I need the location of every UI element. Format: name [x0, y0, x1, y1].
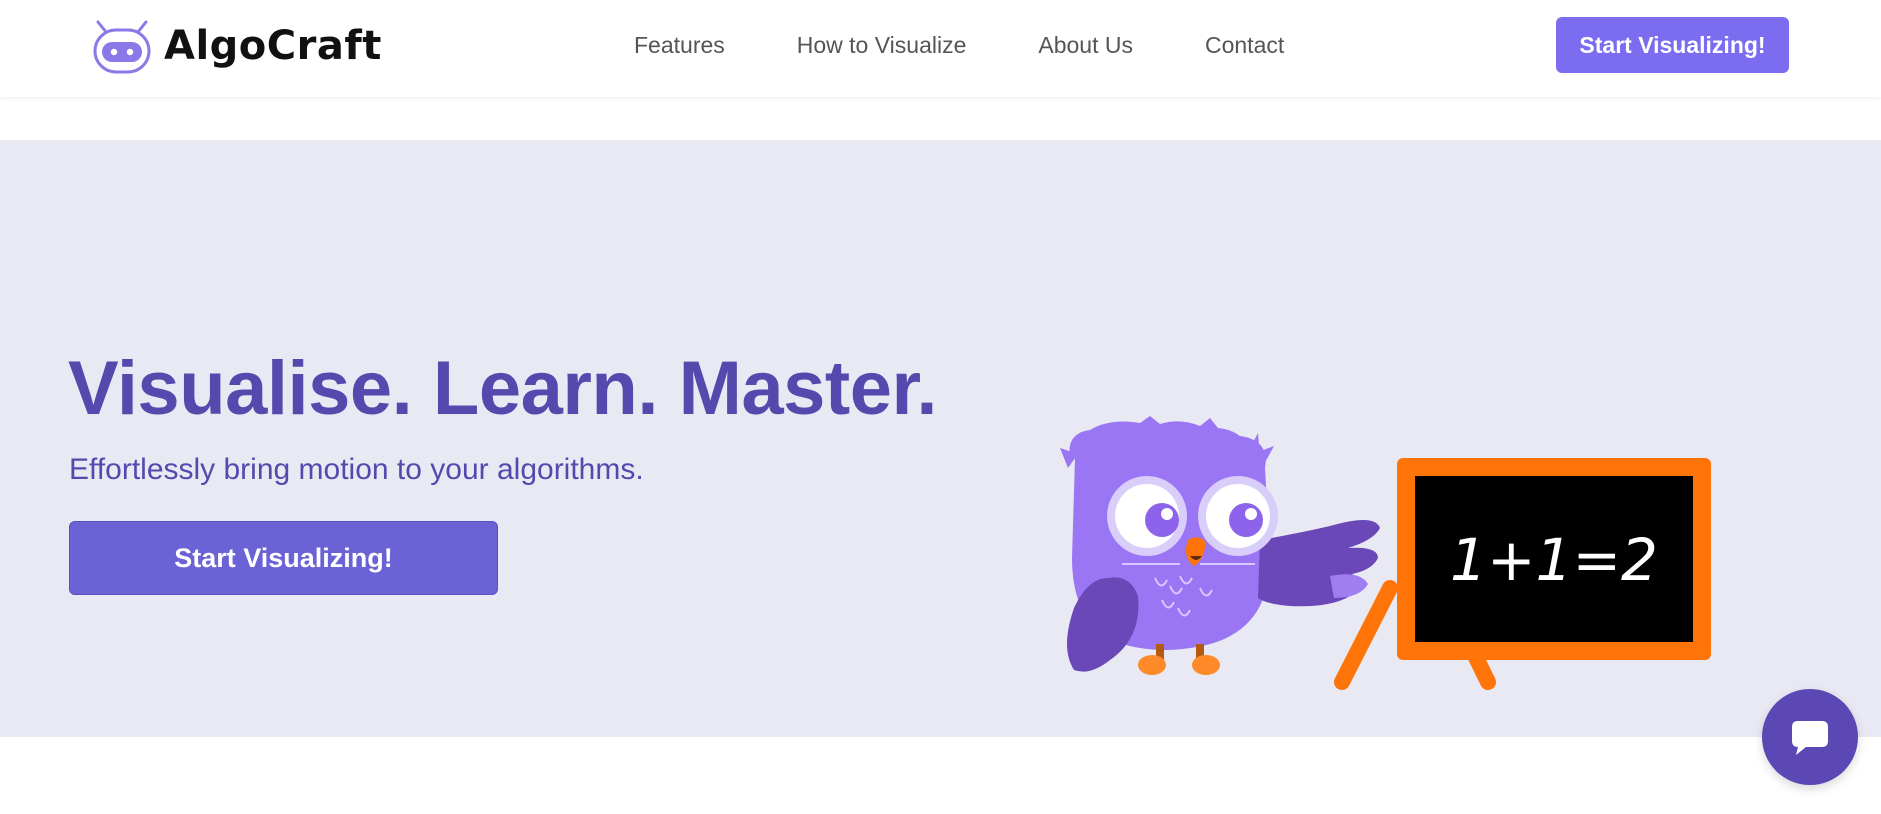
hero-start-visualizing-button[interactable]: Start Visualizing! — [69, 521, 498, 595]
nav-link-features[interactable]: Features — [634, 28, 725, 62]
chat-bubble-icon — [1792, 721, 1828, 755]
hero-section: Visualise. Learn. Master. Effortlessly b… — [0, 140, 1881, 737]
hero-subtitle: Effortlessly bring motion to your algori… — [69, 453, 644, 486]
nav-link-how-to-visualize[interactable]: How to Visualize — [797, 28, 967, 62]
chalkboard-equation: 1+1=2 — [1450, 526, 1658, 594]
nav-link-about-us[interactable]: About Us — [1038, 28, 1133, 62]
top-navbar: AlgoCraft Features How to Visualize Abou… — [0, 0, 1881, 97]
owl-icon — [1060, 416, 1380, 675]
chalkboard-illustration: 1+1=2 — [1334, 458, 1711, 690]
hero-illustration: 1+1=2 — [1060, 416, 1711, 690]
chat-launcher-button[interactable] — [1762, 689, 1858, 785]
nav-start-visualizing-button[interactable]: Start Visualizing! — [1556, 17, 1789, 73]
main-nav: Features How to Visualize About Us Conta… — [634, 28, 1356, 62]
robot-icon — [93, 20, 151, 74]
hero-title: Visualise. Learn. Master. — [68, 346, 938, 431]
brand-name: AlgoCraft — [164, 23, 382, 69]
nav-link-contact[interactable]: Contact — [1205, 28, 1284, 62]
brand-logo-link[interactable]: AlgoCraft — [92, 18, 382, 74]
